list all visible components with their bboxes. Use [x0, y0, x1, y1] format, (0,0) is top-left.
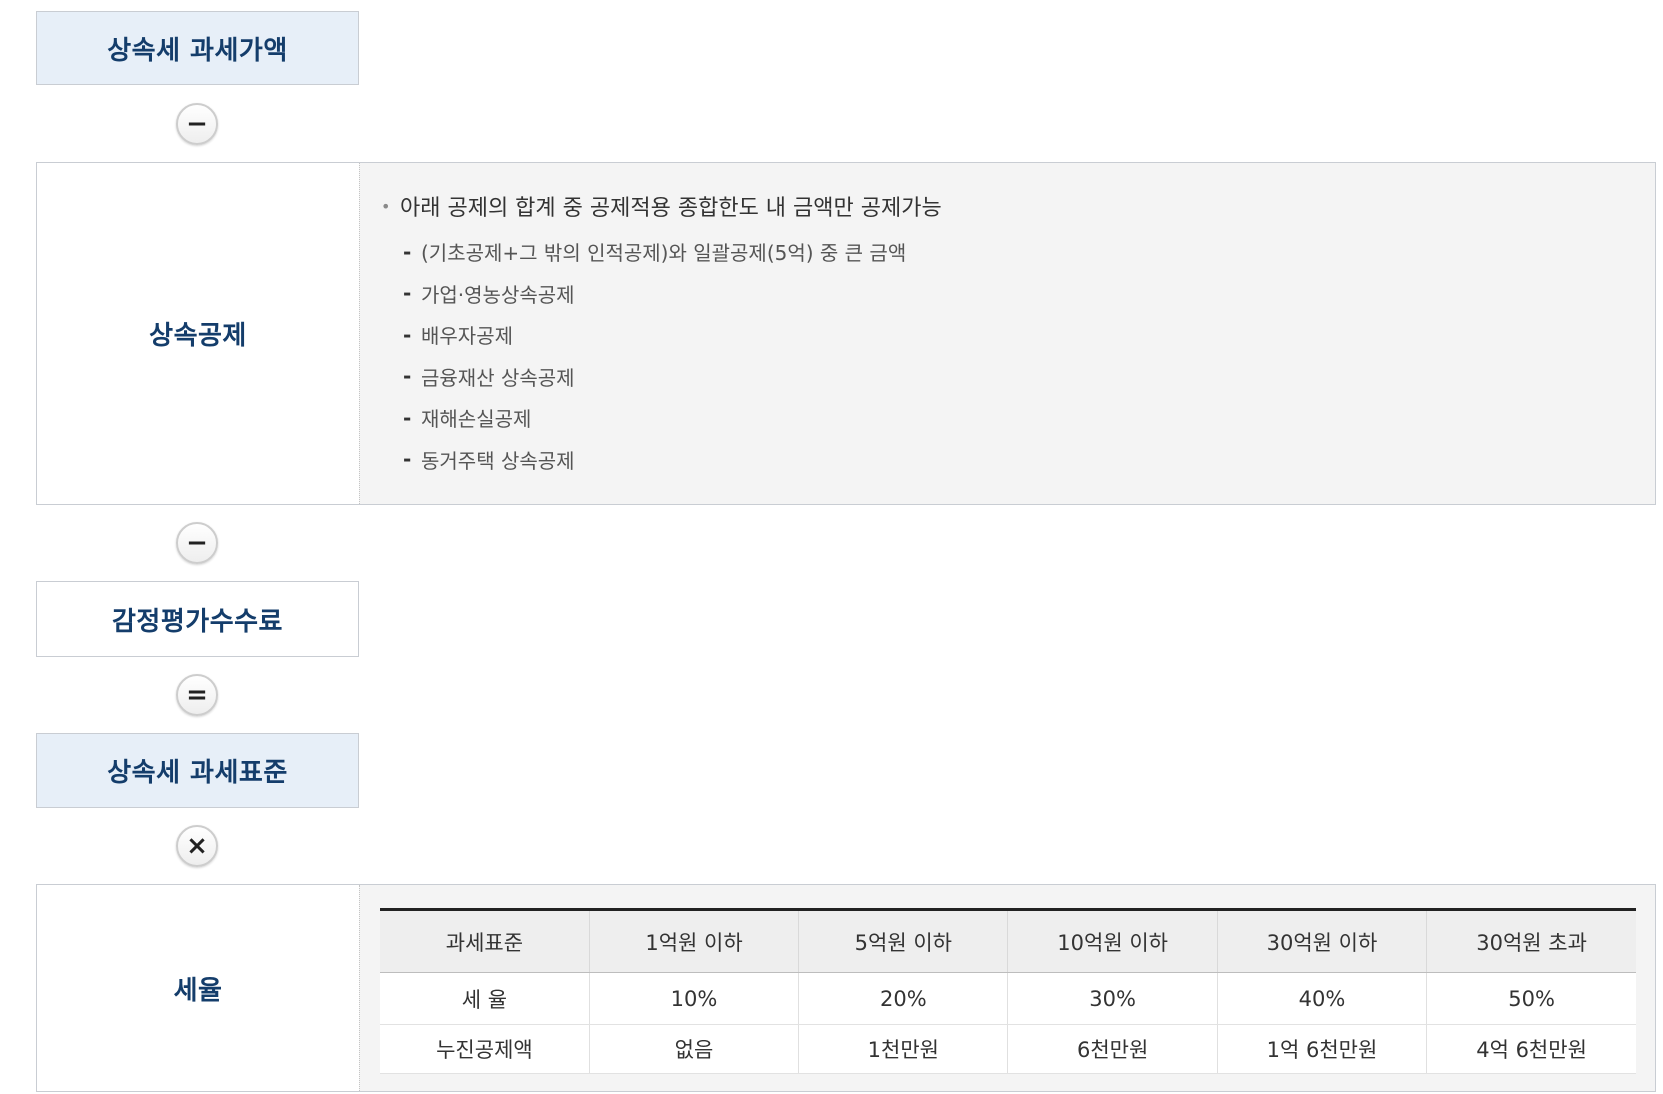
table-header-cell: 30억원 초과	[1426, 908, 1636, 973]
tax-rate-table: 과세표준 1억원 이하 5억원 이하 10억원 이하 30억원 이하 30억원 …	[380, 908, 1636, 1074]
taxable-value-label: 상속세 과세가액	[107, 35, 288, 66]
deduction-item: 금융재산 상속공제	[403, 356, 1655, 398]
tax-rate-panel: 과세표준 1억원 이하 5억원 이하 10억원 이하 30억원 이하 30억원 …	[359, 885, 1655, 1091]
bullet-icon	[381, 197, 400, 216]
tax-rate-label-cell: 세율	[37, 885, 359, 1091]
minus-icon: −	[176, 522, 218, 564]
table-cell: 4억 6천만원	[1426, 1024, 1636, 1074]
deduction-item-text: 금융재산 상속공제	[421, 365, 575, 390]
tax-base-box: 상속세 과세표준	[36, 733, 359, 808]
table-cell: 없음	[588, 1024, 799, 1074]
dash-icon	[403, 281, 421, 305]
times-icon: ×	[176, 825, 218, 867]
table-header-cell: 5억원 이하	[798, 908, 1008, 973]
deduction-item-text: 배우자공제	[421, 324, 513, 349]
dash-icon	[403, 323, 421, 347]
table-cell: 40%	[1216, 972, 1427, 1025]
deduction-item-text: (기초공제+그 밖의 인적공제)와 일괄공제(5억) 중 큰 금액	[421, 241, 907, 266]
dash-icon	[403, 447, 421, 471]
dash-icon	[403, 364, 421, 388]
deduction-item-list: (기초공제+그 밖의 인적공제)와 일괄공제(5억) 중 큰 금액 가업·영농상…	[381, 231, 1655, 480]
table-cell: 10%	[588, 972, 799, 1025]
table-row: 세 율 10% 20% 30% 40% 50%	[380, 972, 1636, 1025]
minus-icon: −	[176, 103, 218, 145]
deduction-item-text: 가업·영농상속공제	[421, 282, 575, 307]
table-cell: 1억 6천만원	[1216, 1024, 1427, 1074]
table-header-cell: 1억원 이하	[588, 908, 799, 973]
deduction-item: 재해손실공제	[403, 397, 1655, 439]
deduction-note-text: 아래 공제의 합계 중 공제적용 종합한도 내 금액만 공제가능	[400, 196, 942, 221]
deduction-label-cell: 상속공제	[37, 163, 359, 504]
deduction-label: 상속공제	[149, 321, 247, 351]
appraisal-fee-label: 감정평가수수료	[112, 606, 283, 637]
deduction-detail-panel: 아래 공제의 합계 중 공제적용 종합한도 내 금액만 공제가능 (기초공제+그…	[359, 163, 1655, 504]
deduction-item: (기초공제+그 밖의 인적공제)와 일괄공제(5억) 중 큰 금액	[403, 231, 1655, 273]
deduction-item-text: 재해손실공제	[421, 407, 532, 432]
table-header-cell: 10억원 이하	[1007, 908, 1218, 973]
deduction-item: 배우자공제	[403, 314, 1655, 356]
table-cell: 1천만원	[798, 1024, 1008, 1074]
deduction-item: 동거주택 상속공제	[403, 439, 1655, 481]
table-cell: 30%	[1007, 972, 1218, 1025]
deduction-row: 상속공제 아래 공제의 합계 중 공제적용 종합한도 내 금액만 공제가능 (기…	[36, 162, 1656, 505]
deduction-note: 아래 공제의 합계 중 공제적용 종합한도 내 금액만 공제가능	[381, 185, 1655, 227]
inheritance-tax-flow: 상속세 과세가액 − 상속공제 아래 공제의 합계 중 공제적용 종합한도 내 …	[0, 0, 1663, 1094]
taxable-value-box: 상속세 과세가액	[36, 11, 359, 85]
tax-base-label: 상속세 과세표준	[107, 758, 288, 788]
table-cell: 6천만원	[1007, 1024, 1218, 1074]
dash-icon	[403, 406, 421, 430]
table-cell: 20%	[798, 972, 1008, 1025]
equals-icon: =	[176, 674, 218, 716]
table-row: 누진공제액 없음 1천만원 6천만원 1억 6천만원 4억 6천만원	[380, 1024, 1636, 1074]
table-cell: 50%	[1426, 972, 1636, 1025]
tax-rate-row: 세율 과세표준 1억원 이하 5억원 이하 10억원 이하 30억원 이하 30…	[36, 884, 1656, 1092]
table-header-cell: 30억원 이하	[1216, 908, 1427, 973]
dash-icon	[403, 240, 421, 264]
table-header-row: 과세표준 1억원 이하 5억원 이하 10억원 이하 30억원 이하 30억원 …	[380, 908, 1636, 973]
deduction-item-text: 동거주택 상속공제	[421, 448, 575, 473]
appraisal-fee-box: 감정평가수수료	[36, 581, 359, 657]
table-cell: 세 율	[380, 972, 590, 1025]
table-cell: 누진공제액	[380, 1024, 590, 1074]
table-header-cell: 과세표준	[380, 908, 590, 973]
tax-rate-label: 세율	[173, 975, 223, 1006]
deduction-item: 가업·영농상속공제	[403, 273, 1655, 315]
